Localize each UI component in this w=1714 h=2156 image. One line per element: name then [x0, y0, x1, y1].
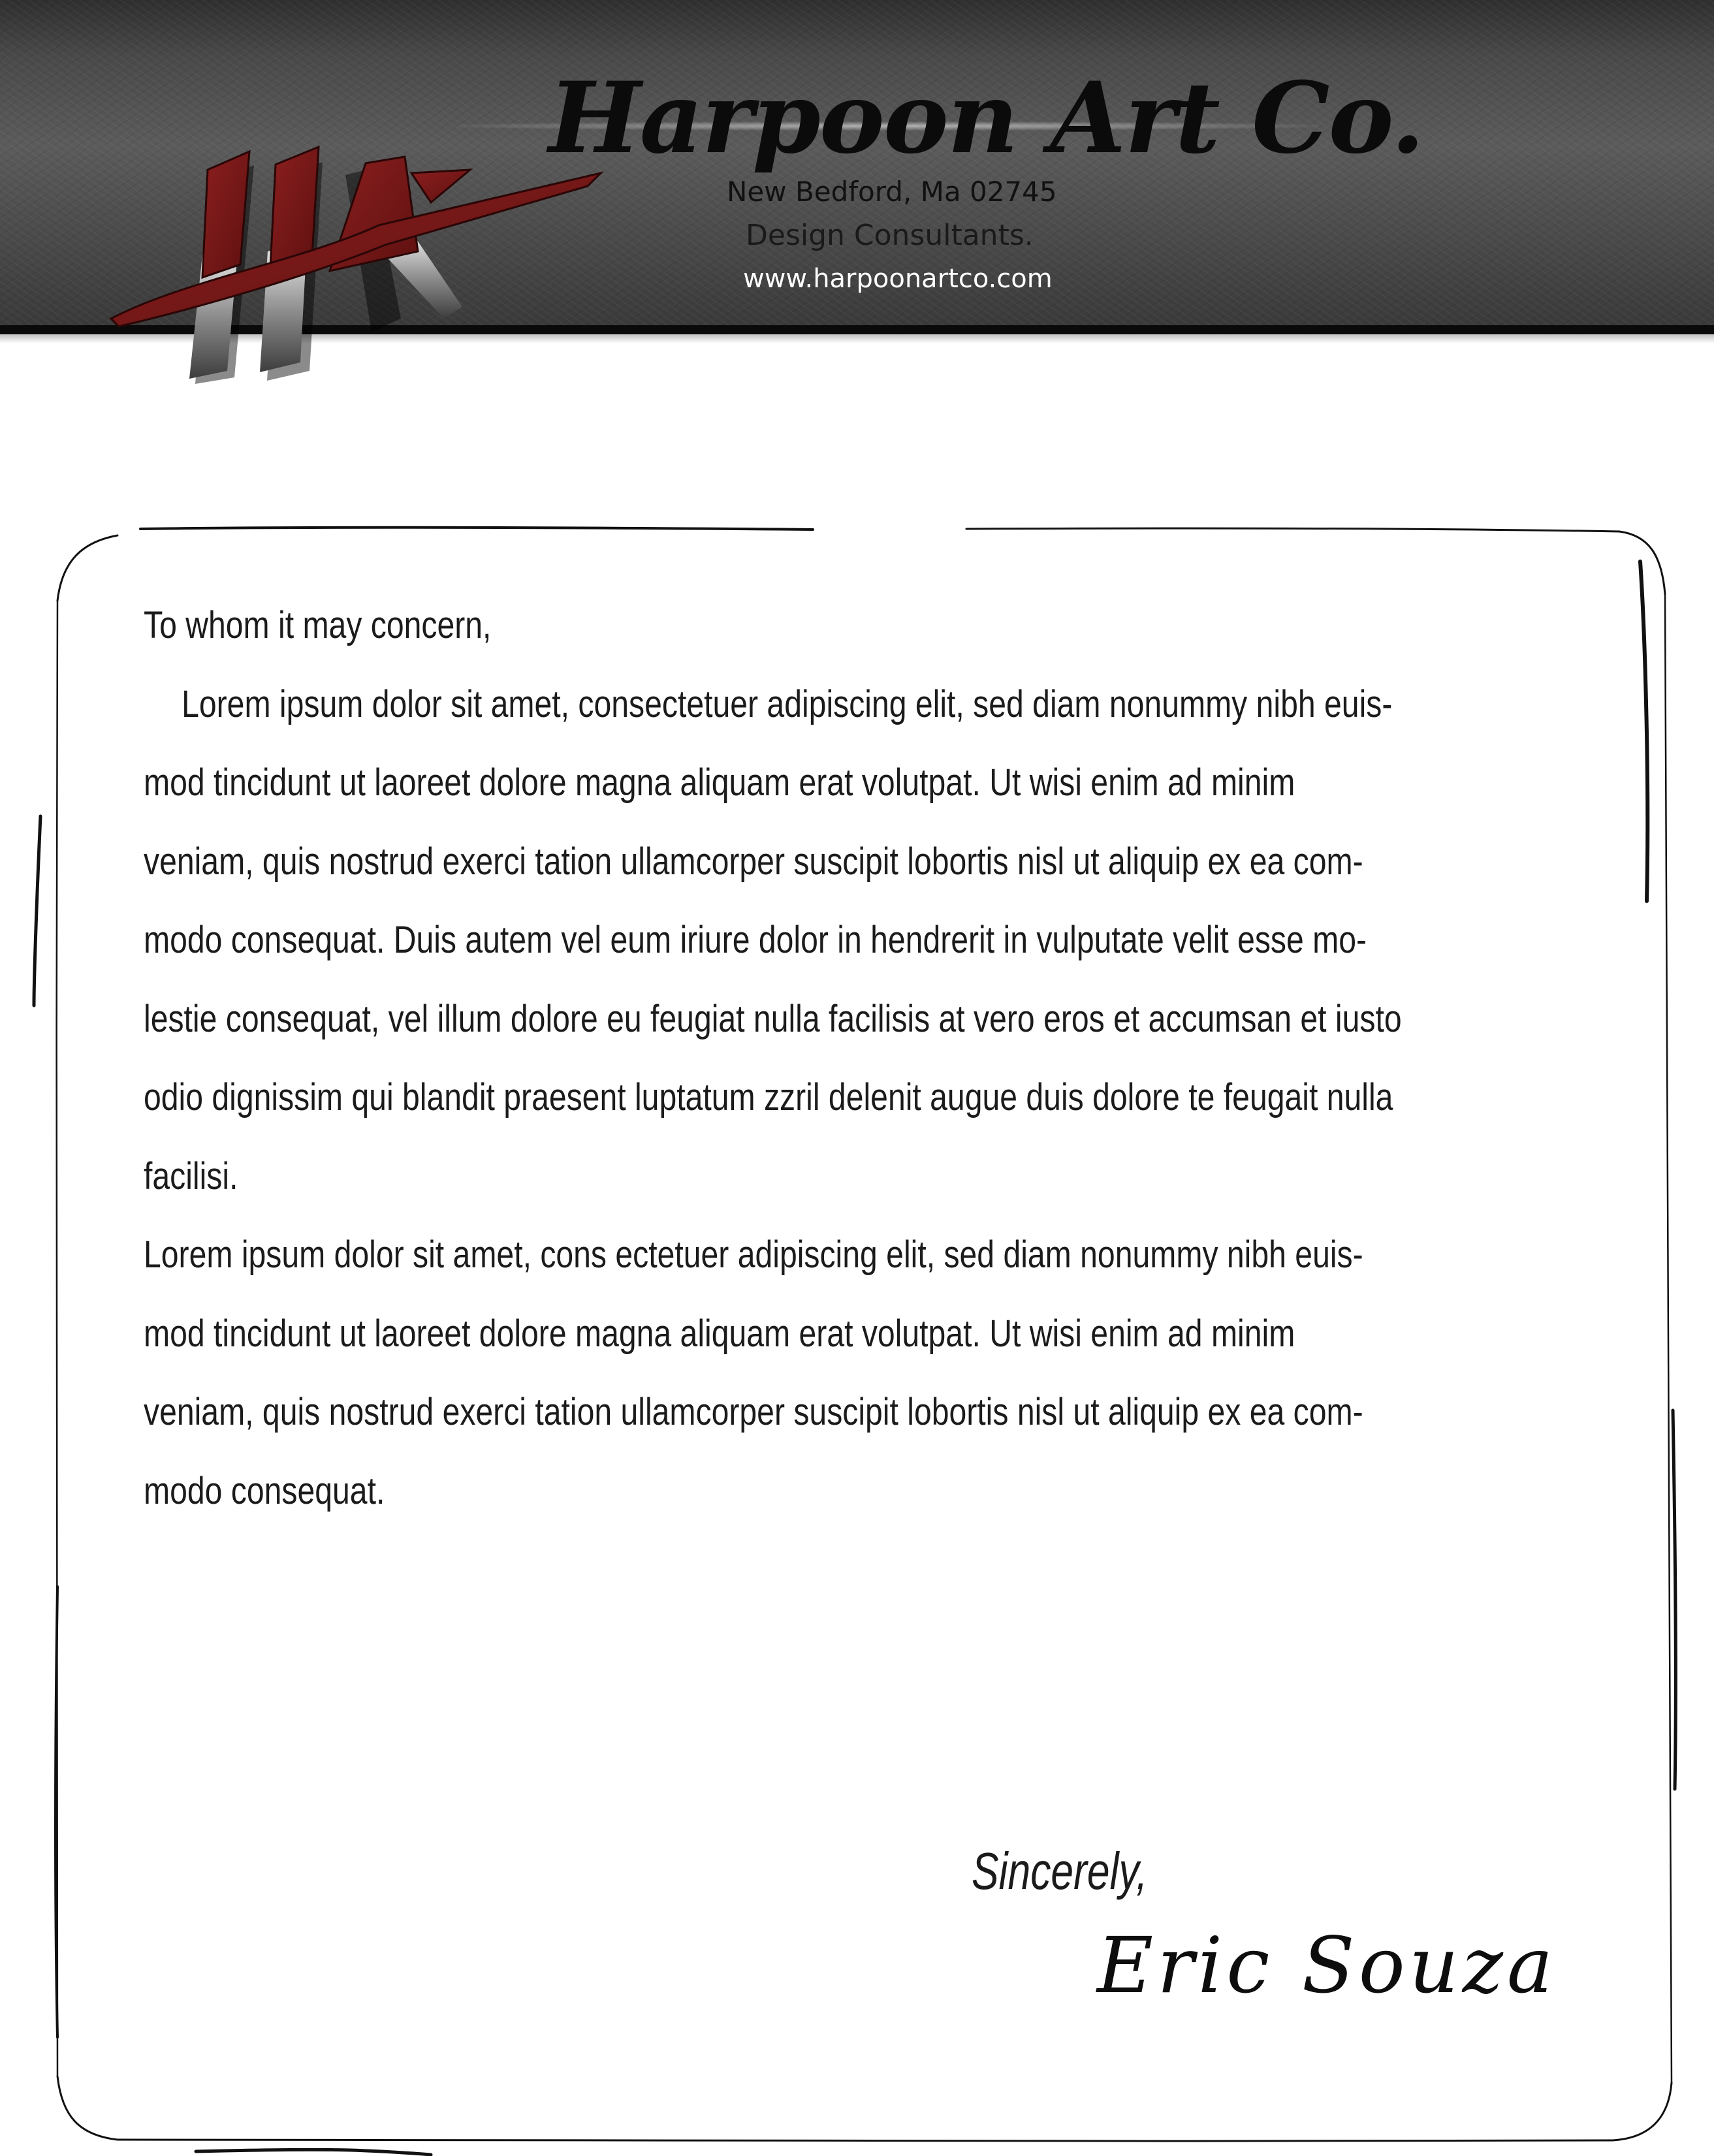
letter-body: To whom it may concern, Lorem ipsum dolo… [144, 586, 1402, 1530]
frame-corner-top-left [56, 534, 119, 602]
paragraph-line: modo consequat. [144, 1469, 385, 1512]
paragraph-line: veniam, quis nostrud exerci tation ullam… [144, 1391, 1363, 1433]
paragraph-line: Lorem ipsum dolor sit amet, consectetuer… [182, 682, 1393, 725]
paragraph-line: modo consequat. Duis autem vel eum iriur… [144, 919, 1367, 961]
signature: Eric Souza [1097, 1920, 1557, 2010]
company-tagline: Design Consultants. [746, 219, 1034, 252]
frame-left-accent-1 [32, 814, 42, 1007]
company-logo [109, 145, 604, 384]
frame-corner-bottom-right [1611, 2082, 1673, 2142]
frame-right-edge [1664, 593, 1673, 2084]
frame-right-accent-2 [1671, 1408, 1677, 1791]
frame-corner-bottom-left [56, 2075, 119, 2141]
paragraph-line: veniam, quis nostrud exerci tation ullam… [144, 840, 1363, 883]
paragraph-line: facilisi. [144, 1154, 238, 1197]
salutation: To whom it may concern, [144, 604, 492, 646]
paragraph-line: Lorem ipsum dolor sit amet, cons ectetue… [144, 1233, 1363, 1276]
frame-right-accent-1 [1638, 560, 1650, 903]
paragraph-line: odio dignissim qui blandit praesent lupt… [144, 1076, 1393, 1118]
paragraph-line: mod tincidunt ut laoreet dolore magna al… [144, 761, 1295, 804]
paragraph-line: lestie consequat, vel illum dolore eu fe… [144, 997, 1402, 1040]
frame-top-left [139, 526, 814, 531]
letter-closing: Sincerely, [972, 1842, 1148, 1900]
company-website: www.harpoonartco.com [743, 264, 1053, 294]
frame-bottom-edge [116, 2138, 1614, 2142]
frame-top-right [965, 527, 1621, 533]
frame-bottom-accent [194, 2148, 433, 2156]
company-name: Harpoon Art Co. [548, 61, 1425, 176]
harpoon-barb [409, 168, 473, 204]
paragraph-line: mod tincidunt ut laoreet dolore magna al… [144, 1312, 1295, 1355]
company-address: New Bedford, Ma 02745 [727, 176, 1057, 208]
